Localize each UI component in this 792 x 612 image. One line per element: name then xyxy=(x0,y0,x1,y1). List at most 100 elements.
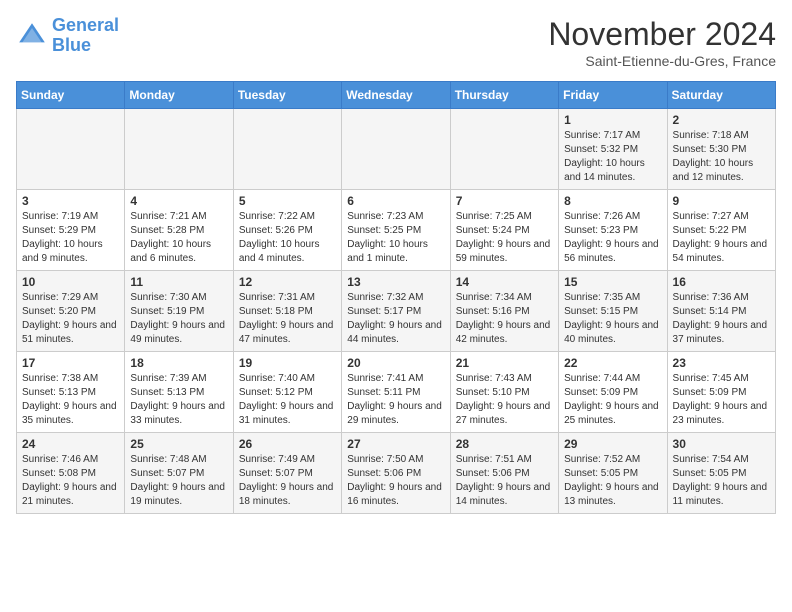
calendar-cell: 5 Sunrise: 7:22 AM Sunset: 5:26 PM Daylig… xyxy=(233,190,341,271)
location-subtitle: Saint-Etienne-du-Gres, France xyxy=(548,53,776,69)
calendar-cell: 25Sunrise: 7:48 AM Sunset: 5:07 PM Dayli… xyxy=(125,433,233,514)
calendar-cell: 17Sunrise: 7:38 AM Sunset: 5:13 PM Dayli… xyxy=(17,352,125,433)
day-info: Sunrise: 7:32 AM Sunset: 5:17 PM Dayligh… xyxy=(347,291,444,347)
calendar-cell: 14 Sunrise: 7:34 AM Sunset: 5:16 PM Dayli… xyxy=(450,271,558,352)
calendar-cell: 23Sunrise: 7:45 AM Sunset: 5:09 PM Dayli… xyxy=(667,352,775,433)
calendar-cell: 22Sunrise: 7:44 AM Sunset: 5:09 PM Dayli… xyxy=(559,352,667,433)
calendar-cell: 30 Sunrise: 7:54 AM Sunset: 5:05 PM Dayli… xyxy=(667,433,775,514)
day-info: Sunrise: 7:49 AM Sunset: 5:07 PM Dayligh… xyxy=(239,453,336,509)
day-number: 29 xyxy=(564,437,661,451)
page-header: General Blue November 2024 Saint-Etienne… xyxy=(16,16,776,69)
day-number: 27 xyxy=(347,437,444,451)
calendar-week-5: 24 Sunrise: 7:46 AM Sunset: 5:08 PM Dayli… xyxy=(17,433,776,514)
day-info: Sunrise: 7:23 AM Sunset: 5:25 PM Dayligh… xyxy=(347,210,444,266)
day-number: 7 xyxy=(456,194,553,208)
day-info: Sunrise: 7:17 AM Sunset: 5:32 PM Dayligh… xyxy=(564,129,661,185)
weekday-header-wednesday: Wednesday xyxy=(342,82,450,109)
day-info: Sunrise: 7:22 AM Sunset: 5:26 PM Dayligh… xyxy=(239,210,336,266)
day-info: Sunrise: 7:46 AM Sunset: 5:08 PM Dayligh… xyxy=(22,453,119,509)
calendar-cell: 24 Sunrise: 7:46 AM Sunset: 5:08 PM Dayli… xyxy=(17,433,125,514)
day-number: 23 xyxy=(673,356,770,370)
day-number: 2 xyxy=(673,113,770,127)
day-number: 10 xyxy=(22,275,119,289)
calendar-cell: 3 Sunrise: 7:19 AM Sunset: 5:29 PM Daylig… xyxy=(17,190,125,271)
calendar-week-4: 17Sunrise: 7:38 AM Sunset: 5:13 PM Dayli… xyxy=(17,352,776,433)
weekday-header-sunday: Sunday xyxy=(17,82,125,109)
calendar-cell: 27Sunrise: 7:50 AM Sunset: 5:06 PM Dayli… xyxy=(342,433,450,514)
logo-text: General Blue xyxy=(52,16,119,56)
day-number: 5 xyxy=(239,194,336,208)
logo-line1: General xyxy=(52,15,119,35)
calendar-cell: 6 Sunrise: 7:23 AM Sunset: 5:25 PM Daylig… xyxy=(342,190,450,271)
calendar-cell: 2 Sunrise: 7:18 AM Sunset: 5:30 PM Daylig… xyxy=(667,109,775,190)
calendar-cell: 26 Sunrise: 7:49 AM Sunset: 5:07 PM Dayli… xyxy=(233,433,341,514)
weekday-header-saturday: Saturday xyxy=(667,82,775,109)
calendar-cell: 15 Sunrise: 7:35 AM Sunset: 5:15 PM Dayli… xyxy=(559,271,667,352)
weekday-header-thursday: Thursday xyxy=(450,82,558,109)
day-info: Sunrise: 7:34 AM Sunset: 5:16 PM Dayligh… xyxy=(456,291,553,347)
calendar-cell: 19Sunrise: 7:40 AM Sunset: 5:12 PM Dayli… xyxy=(233,352,341,433)
calendar-cell: 28 Sunrise: 7:51 AM Sunset: 5:06 PM Dayli… xyxy=(450,433,558,514)
day-number: 6 xyxy=(347,194,444,208)
weekday-header-monday: Monday xyxy=(125,82,233,109)
day-info: Sunrise: 7:27 AM Sunset: 5:22 PM Dayligh… xyxy=(673,210,770,266)
day-info: Sunrise: 7:36 AM Sunset: 5:14 PM Dayligh… xyxy=(673,291,770,347)
calendar-cell: 12 Sunrise: 7:31 AM Sunset: 5:18 PM Dayli… xyxy=(233,271,341,352)
day-number: 1 xyxy=(564,113,661,127)
day-number: 4 xyxy=(130,194,227,208)
day-number: 11 xyxy=(130,275,227,289)
day-number: 15 xyxy=(564,275,661,289)
day-info: Sunrise: 7:51 AM Sunset: 5:06 PM Dayligh… xyxy=(456,453,553,509)
day-info: Sunrise: 7:31 AM Sunset: 5:18 PM Dayligh… xyxy=(239,291,336,347)
calendar-cell: 8 Sunrise: 7:26 AM Sunset: 5:23 PM Daylig… xyxy=(559,190,667,271)
day-number: 30 xyxy=(673,437,770,451)
day-number: 8 xyxy=(564,194,661,208)
calendar-cell xyxy=(450,109,558,190)
day-number: 25 xyxy=(130,437,227,451)
calendar-cell: 20Sunrise: 7:41 AM Sunset: 5:11 PM Dayli… xyxy=(342,352,450,433)
day-number: 13 xyxy=(347,275,444,289)
day-number: 3 xyxy=(22,194,119,208)
calendar-header-row: SundayMondayTuesdayWednesdayThursdayFrid… xyxy=(17,82,776,109)
day-number: 14 xyxy=(456,275,553,289)
calendar-cell: 13 Sunrise: 7:32 AM Sunset: 5:17 PM Dayli… xyxy=(342,271,450,352)
day-number: 9 xyxy=(673,194,770,208)
calendar-cell: 9 Sunrise: 7:27 AM Sunset: 5:22 PM Daylig… xyxy=(667,190,775,271)
day-number: 16 xyxy=(673,275,770,289)
logo-icon xyxy=(16,20,48,52)
day-info: Sunrise: 7:18 AM Sunset: 5:30 PM Dayligh… xyxy=(673,129,770,185)
day-info: Sunrise: 7:21 AM Sunset: 5:28 PM Dayligh… xyxy=(130,210,227,266)
calendar-table: SundayMondayTuesdayWednesdayThursdayFrid… xyxy=(16,81,776,514)
calendar-cell xyxy=(342,109,450,190)
day-info: Sunrise: 7:41 AM Sunset: 5:11 PM Dayligh… xyxy=(347,372,444,428)
day-number: 26 xyxy=(239,437,336,451)
day-info: Sunrise: 7:29 AM Sunset: 5:20 PM Dayligh… xyxy=(22,291,119,347)
day-info: Sunrise: 7:35 AM Sunset: 5:15 PM Dayligh… xyxy=(564,291,661,347)
day-number: 21 xyxy=(456,356,553,370)
calendar-cell xyxy=(125,109,233,190)
month-title: November 2024 xyxy=(548,16,776,53)
logo-line2: Blue xyxy=(52,35,91,55)
day-info: Sunrise: 7:26 AM Sunset: 5:23 PM Dayligh… xyxy=(564,210,661,266)
calendar-cell: 11Sunrise: 7:30 AM Sunset: 5:19 PM Dayli… xyxy=(125,271,233,352)
calendar-week-3: 10 Sunrise: 7:29 AM Sunset: 5:20 PM Dayli… xyxy=(17,271,776,352)
calendar-cell xyxy=(17,109,125,190)
calendar-cell: 16 Sunrise: 7:36 AM Sunset: 5:14 PM Dayli… xyxy=(667,271,775,352)
day-info: Sunrise: 7:54 AM Sunset: 5:05 PM Dayligh… xyxy=(673,453,770,509)
day-info: Sunrise: 7:52 AM Sunset: 5:05 PM Dayligh… xyxy=(564,453,661,509)
day-info: Sunrise: 7:43 AM Sunset: 5:10 PM Dayligh… xyxy=(456,372,553,428)
day-info: Sunrise: 7:39 AM Sunset: 5:13 PM Dayligh… xyxy=(130,372,227,428)
day-number: 28 xyxy=(456,437,553,451)
calendar-cell: 7Sunrise: 7:25 AM Sunset: 5:24 PM Daylig… xyxy=(450,190,558,271)
calendar-cell: 21 Sunrise: 7:43 AM Sunset: 5:10 PM Dayli… xyxy=(450,352,558,433)
weekday-header-friday: Friday xyxy=(559,82,667,109)
calendar-cell: 29 Sunrise: 7:52 AM Sunset: 5:05 PM Dayli… xyxy=(559,433,667,514)
title-block: November 2024 Saint-Etienne-du-Gres, Fra… xyxy=(548,16,776,69)
day-number: 24 xyxy=(22,437,119,451)
day-info: Sunrise: 7:44 AM Sunset: 5:09 PM Dayligh… xyxy=(564,372,661,428)
day-number: 17 xyxy=(22,356,119,370)
day-number: 18 xyxy=(130,356,227,370)
calendar-week-2: 3 Sunrise: 7:19 AM Sunset: 5:29 PM Daylig… xyxy=(17,190,776,271)
day-number: 12 xyxy=(239,275,336,289)
day-info: Sunrise: 7:19 AM Sunset: 5:29 PM Dayligh… xyxy=(22,210,119,266)
